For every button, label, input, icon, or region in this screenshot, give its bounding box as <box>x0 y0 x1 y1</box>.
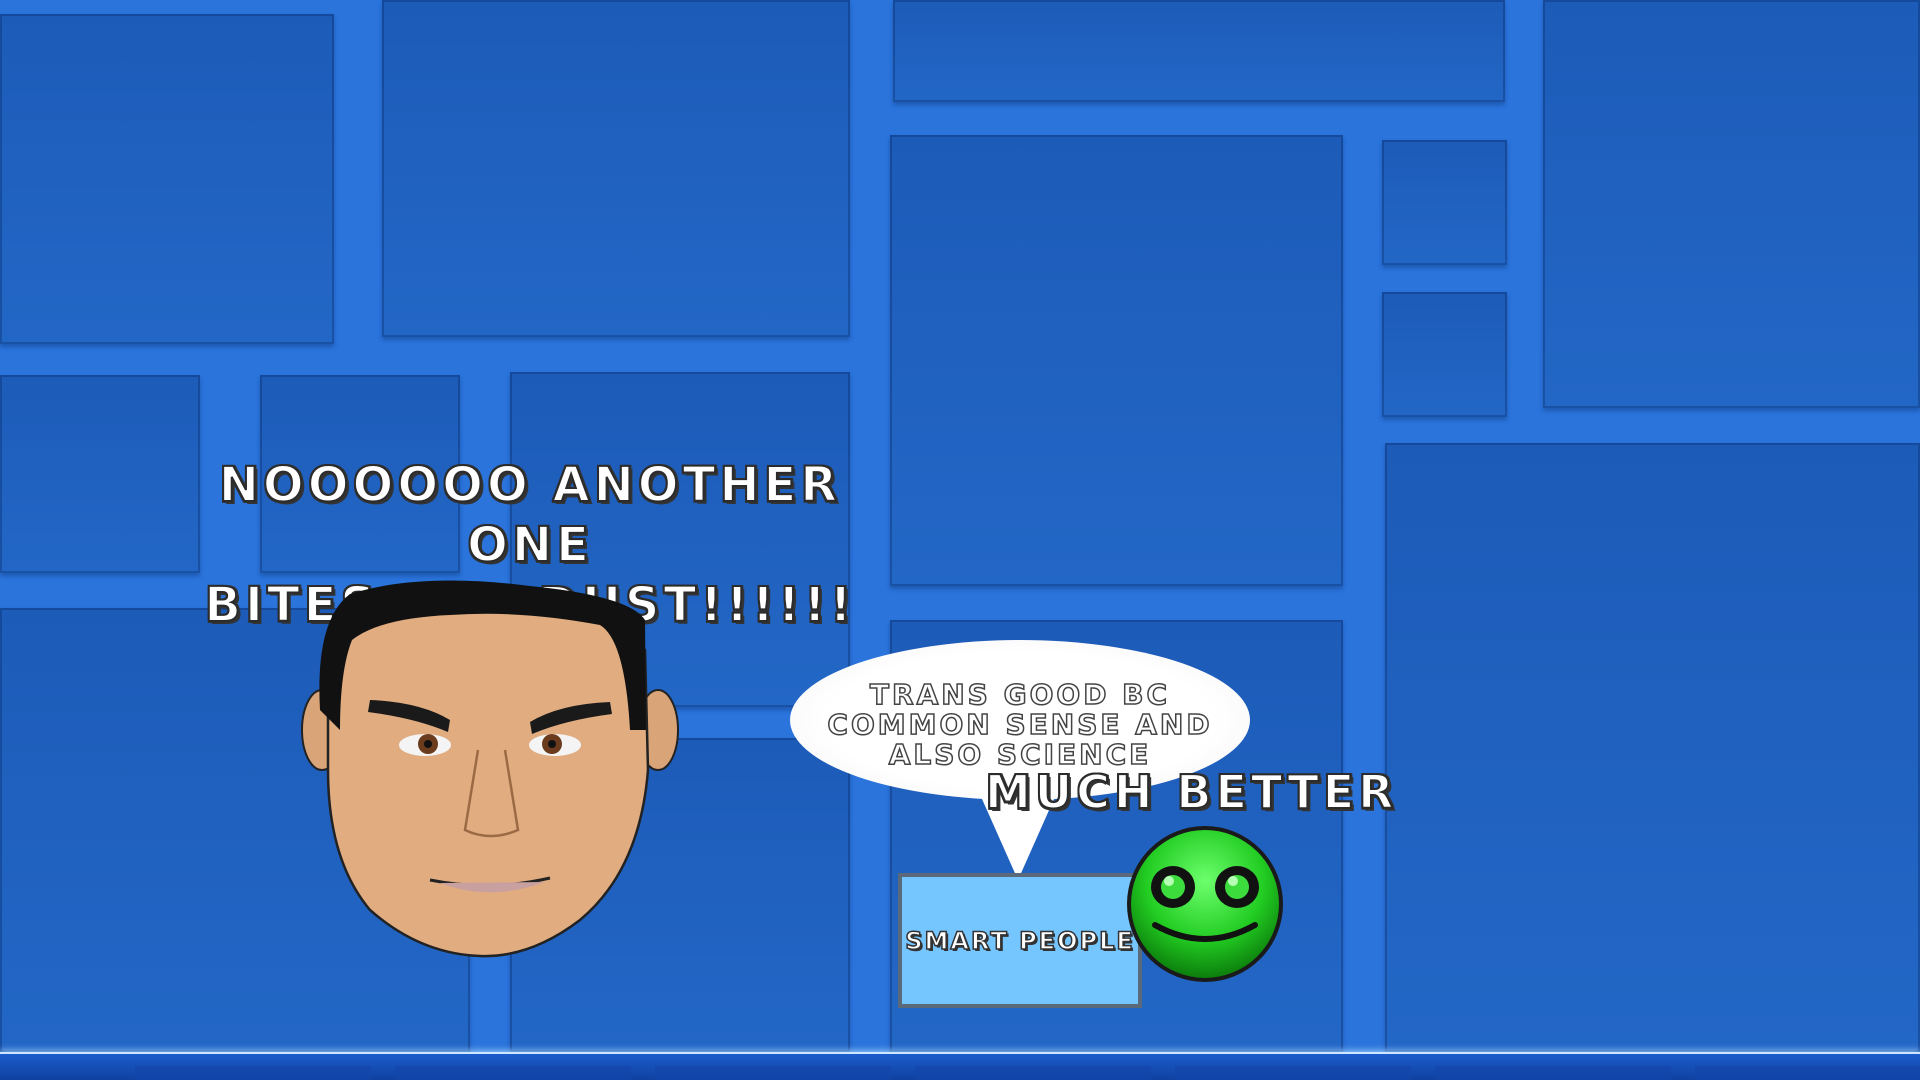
game-scene: NOOOOOO ANOTHER ONE BITES THE DUST!!!!!! <box>0 0 1920 1080</box>
ground-segment <box>1695 1066 1920 1080</box>
smart-people-box: SMART PEOPLE <box>898 873 1142 1008</box>
ground-segment <box>915 1066 1151 1080</box>
background-tile <box>1385 443 1920 1052</box>
ground-segment <box>1175 1066 1411 1080</box>
background-tile <box>0 14 334 344</box>
green-smiley-cube-icon <box>1125 823 1285 985</box>
ground-segment <box>655 1066 891 1080</box>
ground-segment <box>1435 1066 1671 1080</box>
ground-segment <box>395 1066 631 1080</box>
background-tile <box>890 135 1343 586</box>
background-tile <box>382 0 850 337</box>
background-tile <box>893 0 1505 102</box>
smart-people-label: SMART PEOPLE <box>904 926 1135 956</box>
green-cube-caption: MUCH BETTER <box>984 764 1398 820</box>
ground-segment <box>135 1066 371 1080</box>
background-tile <box>1543 0 1920 408</box>
cartoon-man-face <box>300 580 680 960</box>
speech-bubble-text: TRANS GOOD BC COMMON SENSE AND ALSO SCIE… <box>827 678 1213 771</box>
background-tile <box>1382 292 1507 417</box>
background-tile <box>1382 140 1507 265</box>
